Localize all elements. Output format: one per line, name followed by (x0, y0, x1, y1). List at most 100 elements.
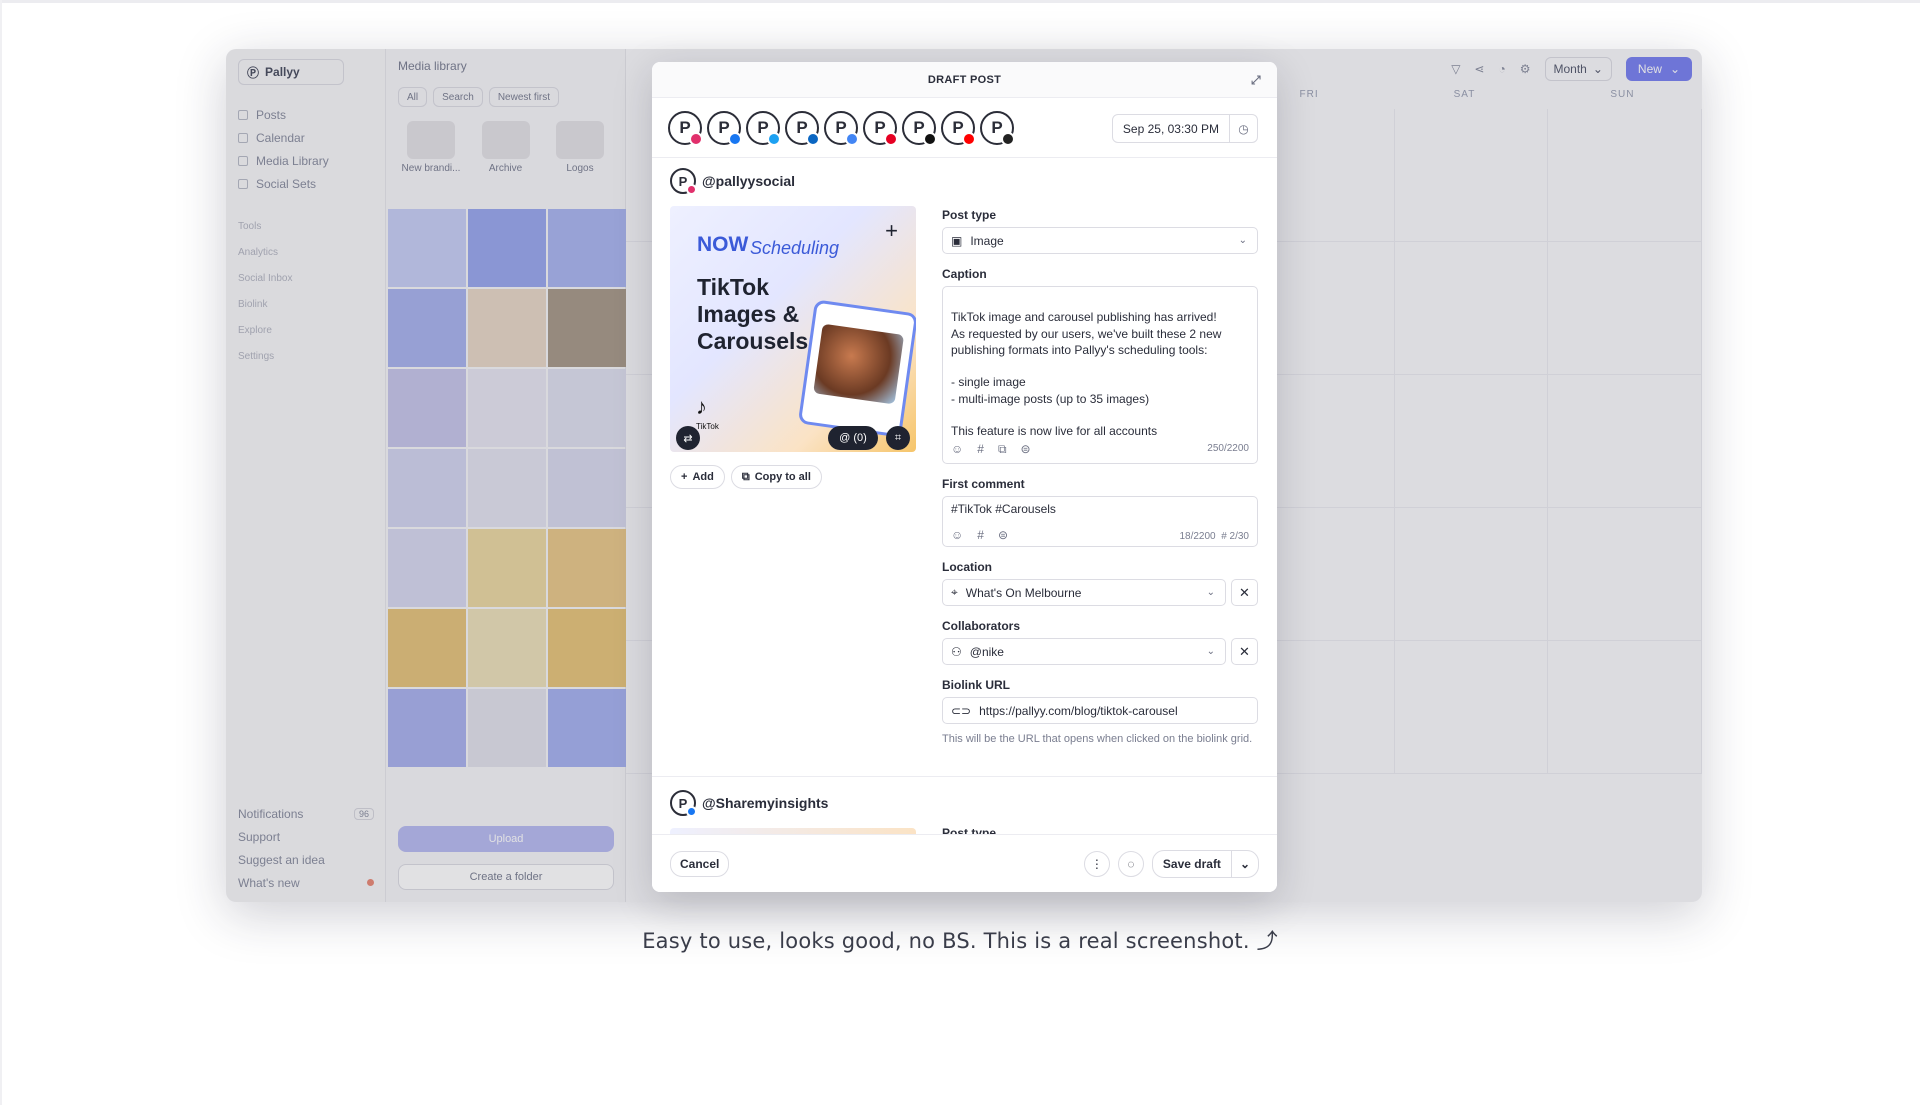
instagram-icon (689, 131, 703, 146)
account-avatar-linkedin[interactable]: P (785, 110, 820, 146)
caption-textarea[interactable]: TikTok image and carousel publishing has… (942, 286, 1258, 464)
account-avatar: P (670, 790, 697, 817)
account-selector: P P P P P P P P P Sep 25, 03:30 PM ◷ (652, 98, 1277, 158)
add-label: Add (692, 471, 714, 483)
account-avatar-tiktok[interactable]: P (902, 110, 937, 146)
clear-collaborators-button[interactable]: ✕ (1231, 638, 1258, 665)
twitter-icon (767, 131, 781, 146)
save-draft-button[interactable]: Save draft ⌄ (1151, 849, 1259, 878)
clear-location-button[interactable]: ✕ (1231, 579, 1258, 606)
image-icon: ▣ (951, 233, 963, 248)
collaborators-value: @nike (969, 644, 1004, 659)
crop-icon[interactable]: ⌗ (886, 426, 910, 450)
cancel-button[interactable]: Cancel (670, 850, 730, 877)
account-handle: @Sharemyinsights (702, 795, 829, 811)
swap-icon[interactable]: ⇄ (676, 426, 700, 450)
location-select[interactable]: ⌖ What's On Melbourne ⌄ (942, 579, 1226, 606)
google-business-icon (845, 131, 859, 146)
post-preview-image[interactable]: NOW Scheduling TikTok Images & Carousels… (670, 206, 916, 452)
schedule-date: Sep 25, 03:30 PM (1122, 121, 1219, 136)
biolink-label: Biolink URL (942, 678, 1010, 692)
chevron-down-icon: ⌄ (1238, 235, 1247, 246)
youtube-icon (962, 131, 976, 146)
location-row: ⌖ What's On Melbourne ⌄ ✕ (942, 579, 1258, 606)
clock-icon[interactable]: ◷ (1229, 115, 1257, 142)
post-form: Post type ▣ Image ⌄ Caption TikTok image a… (942, 208, 1258, 747)
instagram-icon (686, 184, 697, 195)
comment-tools: ☺ # ⊜ (951, 528, 1008, 542)
account-handle: @pallyysocial (702, 173, 796, 189)
biolink-input[interactable]: ⊂⊃ https://pallyy.com/blog/tiktok-carouse… (942, 697, 1258, 724)
draft-post-modal: DRAFT POST ⤢ P P P P P P P P P Sep 25, 0… (652, 62, 1277, 892)
facebook-icon (728, 131, 742, 146)
plus-icon: + (681, 471, 688, 483)
phone-mockup (797, 299, 916, 438)
account-avatar-threads[interactable]: P (980, 110, 1015, 146)
add-media-button[interactable]: + Add (670, 465, 725, 489)
tagline: Easy to use, looks good, no BS. This is … (642, 929, 1278, 953)
hashtag-icon[interactable]: # (977, 528, 984, 542)
chevron-down-icon: ⌄ (1206, 646, 1215, 657)
more-options-icon[interactable]: ⋮ (1083, 850, 1110, 877)
pin-icon: ⌖ (951, 585, 958, 599)
biolink-value: https://pallyy.com/blog/tiktok-carousel (979, 703, 1178, 718)
account-header: P @Sharemyinsights (670, 790, 829, 817)
collaborators-select[interactable]: ⚇ @nike ⌄ (942, 638, 1226, 665)
post-type-value: Image (970, 233, 1004, 248)
hashtag-icon[interactable]: # (977, 441, 984, 457)
first-comment-text: #TikTok #Carousels (951, 502, 1056, 516)
post-type-label: Post type (942, 826, 997, 834)
location-value: What's On Melbourne (965, 585, 1082, 600)
first-comment-label: First comment (942, 477, 1025, 491)
caption-label: Caption (942, 267, 987, 281)
comment-icon[interactable]: ◌ (1117, 850, 1144, 877)
emoji-icon[interactable]: ☺ (951, 441, 963, 457)
comment-char-count: 18/2200 (1179, 531, 1216, 542)
tiktok-icon (923, 131, 937, 146)
copy-to-all-button[interactable]: ⧉ Copy to all (730, 465, 822, 489)
linkedin-icon (806, 131, 820, 146)
link-icon: ⊂⊃ (951, 703, 972, 718)
page-top-border (0, 0, 1920, 3)
preview-now-text: NOW (697, 233, 749, 256)
post-type-select[interactable]: ▣ Image ⌄ (942, 227, 1258, 254)
ai-robot-icon[interactable]: ⊜ (1021, 441, 1031, 457)
account-divider (652, 776, 1277, 777)
plus-icon: + (885, 218, 898, 243)
chevron-down-icon[interactable]: ⌄ (1230, 850, 1258, 877)
mentions-chip[interactable]: @ (0) (828, 426, 878, 450)
modal-title: DRAFT POST (927, 73, 1002, 86)
tiktok-logo-icon: ♪ (696, 394, 707, 419)
account-avatar-facebook[interactable]: P (707, 110, 742, 146)
copy-icon[interactable]: ⧉ (998, 441, 1007, 457)
copy-label: Copy to all (754, 471, 811, 483)
users-icon: ⚇ (951, 644, 962, 659)
post-type-label: Post type (942, 208, 997, 222)
account-avatar-google[interactable]: P (824, 110, 859, 146)
food-photo (813, 323, 905, 405)
ai-robot-icon[interactable]: ⊜ (998, 528, 1008, 542)
comment-counts: 18/2200 # 2/30 (1179, 531, 1249, 542)
preview-scheduling-text: Scheduling (750, 238, 840, 258)
emoji-icon[interactable]: ☺ (951, 528, 963, 542)
account-avatar-instagram[interactable]: P (668, 110, 703, 146)
modal-scroll-area[interactable]: P @pallyysocial NOW Scheduling TikTok Im… (652, 158, 1277, 834)
account-avatar-twitter[interactable]: P (746, 110, 781, 146)
account-avatar-youtube[interactable]: P (941, 110, 976, 146)
expand-icon[interactable]: ⤢ (1251, 73, 1265, 87)
account-header: P @pallyysocial (670, 168, 796, 195)
account-avatar: P (670, 168, 697, 195)
location-label: Location (942, 560, 992, 574)
chevron-down-icon: ⌄ (1206, 587, 1215, 598)
account-avatar-pinterest[interactable]: P (863, 110, 898, 146)
pinterest-icon (884, 131, 898, 146)
schedule-date-field[interactable]: Sep 25, 03:30 PM ◷ (1111, 114, 1258, 143)
facebook-icon (686, 806, 697, 817)
save-draft-label: Save draft (1162, 856, 1221, 871)
collaborators-row: ⚇ @nike ⌄ ✕ (942, 638, 1258, 665)
modal-footer: Cancel ⋮ ◌ Save draft ⌄ (652, 834, 1277, 892)
first-comment-input[interactable]: #TikTok #Carousels ☺ # ⊜ 18/2200 # 2/30 (942, 496, 1258, 547)
biolink-hint: This will be the URL that opens when cli… (942, 733, 1253, 745)
hashtag-count: # 2/30 (1221, 531, 1249, 542)
media-actions: + Add ⧉ Copy to all (670, 465, 822, 489)
